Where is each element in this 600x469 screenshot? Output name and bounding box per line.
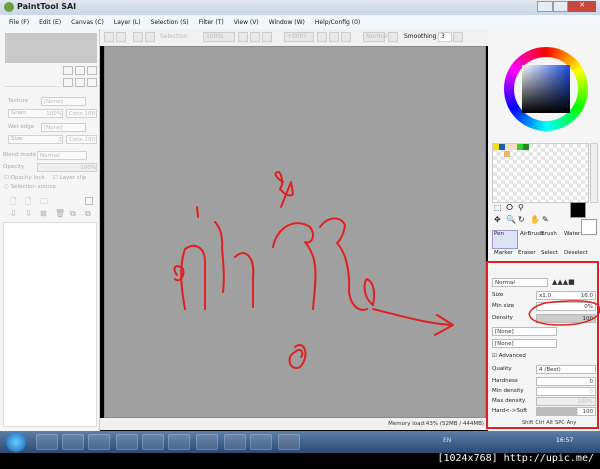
language-indicator[interactable]: EN xyxy=(443,437,451,444)
taskbar-app[interactable] xyxy=(278,434,300,450)
taskbar-app[interactable] xyxy=(168,434,190,450)
taskbar-app[interactable] xyxy=(196,434,218,450)
annotation-ellipse xyxy=(528,300,600,326)
clock[interactable]: 16:57 xyxy=(556,437,573,444)
start-button[interactable] xyxy=(6,432,26,452)
annotation-overlay xyxy=(486,261,600,429)
taskbar-app[interactable] xyxy=(36,434,58,450)
taskbar-app[interactable] xyxy=(62,434,84,450)
taskbar-app[interactable] xyxy=(116,434,138,450)
annotation-box xyxy=(486,261,599,429)
taskbar: EN 16:57 xyxy=(0,431,600,453)
taskbar-app[interactable] xyxy=(142,434,164,450)
watermark: [1024x768] http://upic.me/ xyxy=(437,453,594,464)
taskbar-app[interactable] xyxy=(224,434,246,450)
taskbar-app[interactable] xyxy=(250,434,272,450)
taskbar-app[interactable] xyxy=(88,434,110,450)
